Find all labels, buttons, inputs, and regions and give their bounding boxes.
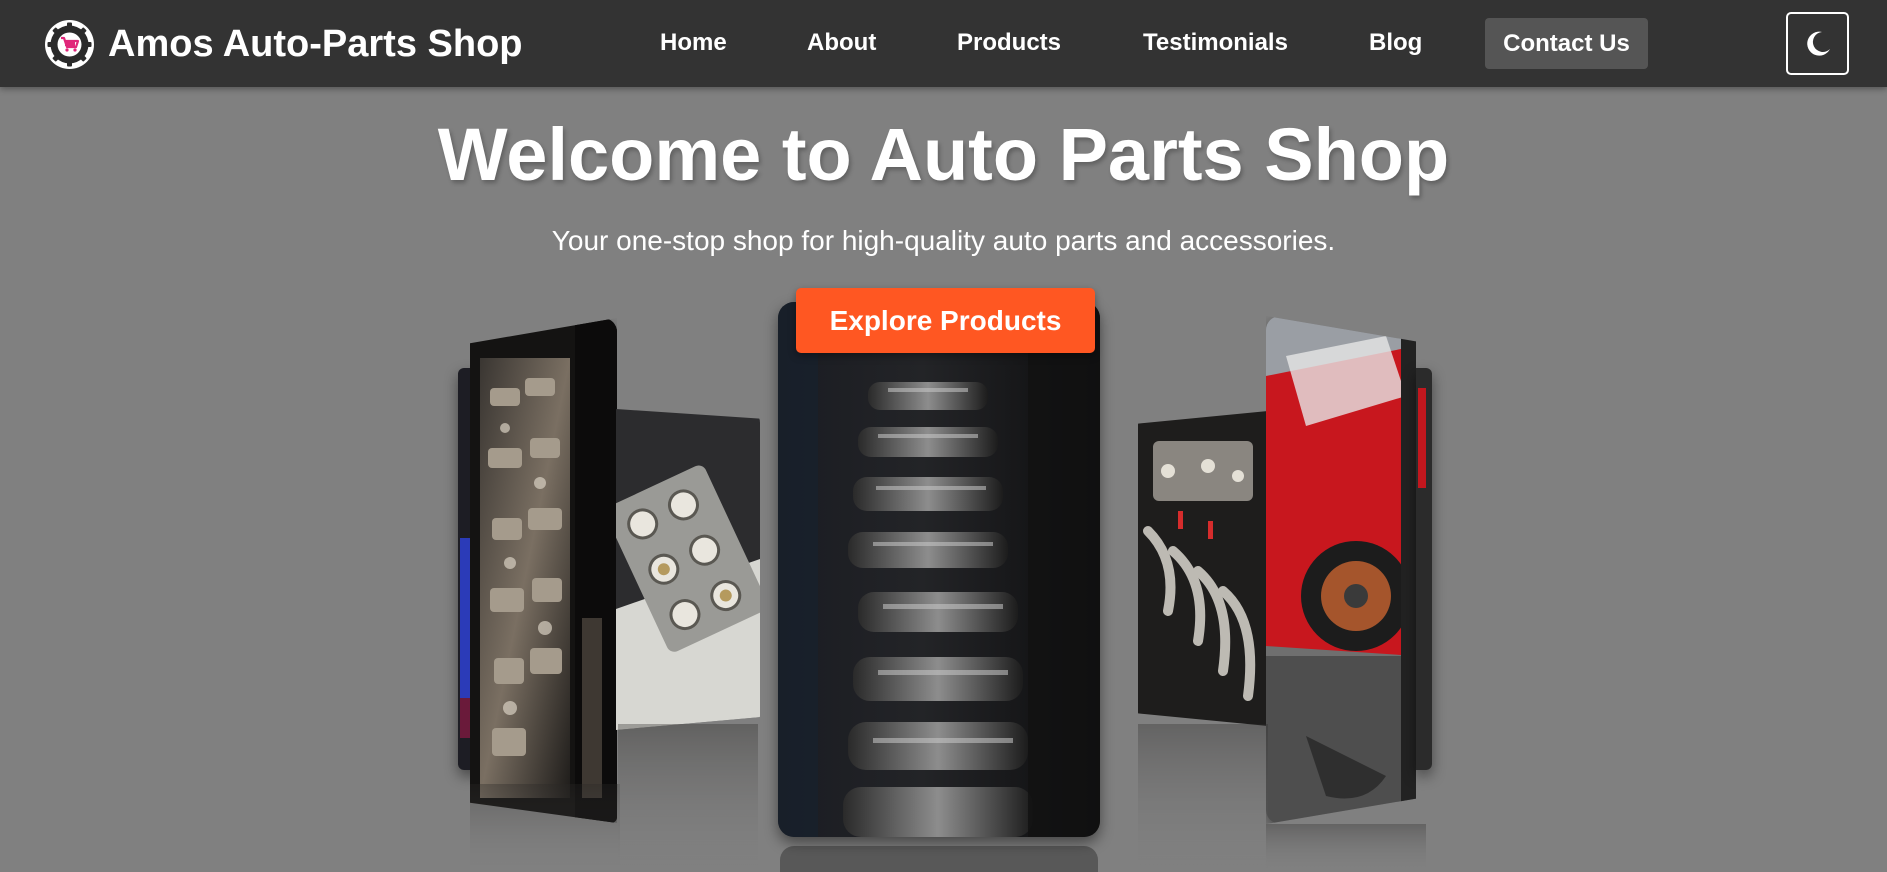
nav-blog-link[interactable]: Blog (1369, 29, 1422, 57)
carousel-card-far-right[interactable] (1416, 368, 1432, 770)
gear-cart-logo-icon (45, 19, 94, 69)
theme-toggle-button[interactable] (1786, 12, 1849, 75)
navbar: Amos Auto-Parts Shop Home About Products… (0, 0, 1887, 87)
explore-products-button[interactable]: Explore Products (796, 288, 1095, 353)
nav-products-link[interactable]: Products (957, 29, 1061, 57)
nav-about-link[interactable]: About (807, 29, 876, 57)
carousel-reflection-center (780, 846, 1098, 872)
carousel-reflection-left (458, 724, 760, 872)
camshaft-photo[interactable] (778, 302, 1100, 837)
nav-testimonials-link[interactable]: Testimonials (1143, 29, 1288, 57)
engine-manifold-photo[interactable] (1138, 411, 1268, 726)
moon-icon (1806, 31, 1830, 56)
nav-home-link[interactable]: Home (660, 29, 727, 57)
hero-title: Welcome to Auto Parts Shop (437, 113, 1450, 196)
brand-name: Amos Auto-Parts Shop (108, 22, 523, 65)
hero-subtitle: Your one-stop shop for high-quality auto… (551, 225, 1336, 256)
brand-link[interactable]: Amos Auto-Parts Shop (45, 19, 523, 69)
carburetor-photo[interactable] (616, 409, 760, 730)
carousel-reflection-right (1138, 724, 1432, 872)
nav-contact-button[interactable]: Contact Us (1485, 18, 1648, 69)
